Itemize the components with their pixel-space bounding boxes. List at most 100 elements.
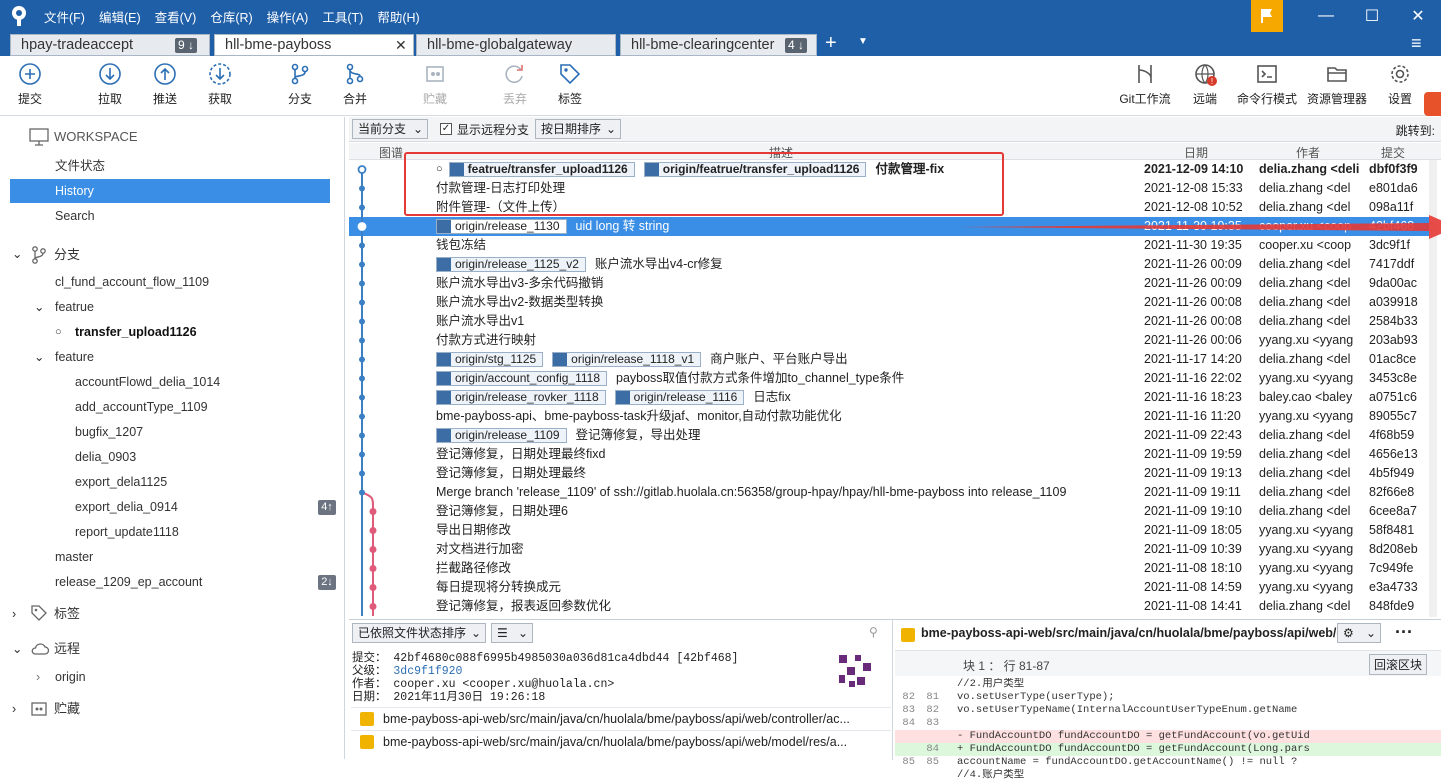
- sidebar-branch-item[interactable]: bugfix_1207: [75, 420, 143, 444]
- branch-button[interactable]: 分支: [275, 62, 325, 107]
- featrue-chevron-icon[interactable]: ⌄: [34, 295, 44, 319]
- commit-row[interactable]: 登记簿修复，报表返回参数优化 2021-11-08 14:41 delia.zhan…: [349, 597, 1429, 616]
- jump-to-label[interactable]: 跳转到:: [1396, 122, 1435, 139]
- col-commit[interactable]: 提交: [1381, 144, 1405, 161]
- sidebar-branch-item[interactable]: cl_fund_account_flow_1109: [55, 270, 209, 294]
- commit-row[interactable]: 账户流水导出v2-数据类型转换 2021-11-26 00:08 delia.zha…: [349, 293, 1429, 312]
- terminal-button[interactable]: 命令行模式: [1235, 62, 1299, 107]
- menu-file[interactable]: 文件(F): [44, 7, 85, 26]
- sidebar-branch-item[interactable]: delia_0903: [75, 445, 136, 469]
- gitflow-button[interactable]: Git工作流: [1115, 62, 1175, 107]
- col-date[interactable]: 日期: [1184, 144, 1208, 161]
- show-remote-checkbox[interactable]: ✓: [440, 123, 452, 135]
- minimize-button[interactable]: —: [1303, 0, 1349, 32]
- feature-chevron-icon[interactable]: ⌄: [34, 345, 44, 369]
- flag-icon[interactable]: [1251, 0, 1283, 32]
- sidebar-branch-folder[interactable]: feature: [55, 345, 94, 369]
- pull-button[interactable]: 拉取: [85, 62, 135, 107]
- revert-hunk-button[interactable]: 回滚区块: [1369, 654, 1428, 675]
- sidebar-remote-origin[interactable]: origin: [55, 665, 86, 689]
- sidebar-item-history[interactable]: History: [10, 179, 330, 203]
- sidebar-branch-item[interactable]: release_1209_ep_account: [55, 570, 202, 594]
- commit-row[interactable]: 账户流水导出v1 2021-11-26 00:08 delia.zhang <del…: [349, 312, 1429, 331]
- sidebar-branch-item[interactable]: export_delia_0914: [75, 495, 178, 519]
- remote-button[interactable]: ! 远端: [1180, 62, 1230, 107]
- stash-button[interactable]: 贮藏: [410, 62, 460, 107]
- tab-hpay-tradeaccept[interactable]: hpay-tradeaccept 9 ↓: [10, 34, 210, 56]
- commit-row[interactable]: bme-payboss-api、bme-payboss-task升级jaf、mo…: [349, 407, 1429, 426]
- menu-help[interactable]: 帮助(H): [377, 7, 419, 26]
- settings-button[interactable]: 设置: [1375, 62, 1425, 107]
- branch-ref-label[interactable]: origin/release_1125_v2: [436, 257, 586, 272]
- commit-row[interactable]: 对文档进行加密 2021-11-09 10:39 yyang.xu <yyang 8d…: [349, 540, 1429, 559]
- commit-row[interactable]: Merge branch 'release_1109' of ssh://git…: [349, 483, 1429, 502]
- more-options-icon[interactable]: ···: [1395, 622, 1413, 643]
- tab-list-chevron-icon[interactable]: ▼: [858, 36, 868, 47]
- sidebar-branch-item[interactable]: master: [55, 545, 93, 569]
- hamburger-menu-icon[interactable]: ≡: [1411, 32, 1422, 54]
- sidebar-item-file-status[interactable]: 文件状态: [55, 154, 105, 178]
- commit-row[interactable]: origin/release_1109 登记簿修复，导出处理 2021-11-09 …: [349, 426, 1429, 445]
- explorer-button[interactable]: 资源管理器: [1304, 62, 1370, 107]
- tags-chevron-icon[interactable]: ›: [12, 602, 16, 626]
- file-sort-dropdown[interactable]: 已依照文件状态排序 ⌄: [352, 623, 486, 643]
- commit-row[interactable]: origin/account_config_1118 payboss取值付款方式条…: [349, 369, 1429, 388]
- merge-button[interactable]: 合并: [330, 62, 380, 107]
- menu-actions[interactable]: 操作(A): [267, 7, 309, 26]
- col-author[interactable]: 作者: [1296, 144, 1320, 161]
- tab-hll-bme-globalgateway[interactable]: hll-bme-globalgateway: [416, 34, 616, 56]
- commit-button[interactable]: 提交: [5, 62, 55, 107]
- maximize-button[interactable]: ☐: [1349, 0, 1395, 32]
- meta-parent-link[interactable]: 3dc9f1f920: [393, 665, 462, 678]
- origin-chevron-icon[interactable]: ›: [36, 665, 40, 689]
- discard-button[interactable]: 丢弃: [490, 62, 540, 107]
- menu-edit[interactable]: 编辑(E): [99, 7, 141, 26]
- branch-ref-label[interactable]: origin/release_1118_v1: [552, 352, 702, 367]
- sidebar-branch-item[interactable]: export_dela1125: [75, 470, 167, 494]
- commit-row[interactable]: origin/release_1125_v2 账户流水导出v4-cr修复 2021-…: [349, 255, 1429, 274]
- sidebar-branch-item[interactable]: report_update1118: [75, 520, 179, 544]
- branch-ref-label[interactable]: origin/stg_1125: [436, 352, 544, 367]
- col-graph[interactable]: 图谱: [379, 144, 403, 161]
- view-mode-dropdown[interactable]: ☰ ⌄: [491, 623, 533, 643]
- commit-row[interactable]: origin/stg_1125 origin/release_1118_v1 商户账…: [349, 350, 1429, 369]
- sidebar-branch-item[interactable]: accountFlowd_delia_1014: [75, 370, 220, 394]
- commit-row[interactable]: 账户流水导出v3-多余代码撤销 2021-11-26 00:09 delia.zha…: [349, 274, 1429, 293]
- changed-file-item[interactable]: bme-payboss-api-web/src/main/java/cn/huo…: [351, 707, 891, 729]
- sort-dropdown[interactable]: 按日期排序 ⌄: [535, 119, 621, 139]
- menu-repository[interactable]: 仓库(R): [210, 7, 252, 26]
- tab-hll-bme-clearingcenter[interactable]: hll-bme-clearingcenter 4 ↓: [620, 34, 817, 56]
- branch-ref-label[interactable]: origin/release_1116: [614, 390, 745, 405]
- commit-row[interactable]: 付款方式进行映射 2021-11-26 00:06 yyang.xu <yyang 2…: [349, 331, 1429, 350]
- push-button[interactable]: 推送: [140, 62, 190, 107]
- commit-row[interactable]: 登记簿修复，日期处理6 2021-11-09 19:10 delia.zhang <…: [349, 502, 1429, 521]
- sidebar-branch-current[interactable]: transfer_upload1126: [75, 320, 197, 344]
- diff-options-dropdown[interactable]: ⚙ ⌄: [1337, 623, 1381, 643]
- menu-view[interactable]: 查看(V): [155, 7, 197, 26]
- add-tab-icon[interactable]: +: [825, 32, 837, 54]
- sidebar-item-search[interactable]: Search: [55, 204, 95, 228]
- branch-ref-label[interactable]: origin/account_config_1118: [436, 371, 607, 386]
- tab-hll-bme-payboss[interactable]: hll-bme-payboss ✕: [214, 34, 414, 56]
- branches-chevron-icon[interactable]: ⌄: [12, 242, 22, 266]
- stashes-chevron-icon[interactable]: ›: [12, 697, 16, 721]
- branch-ref-label[interactable]: origin/release_1109: [436, 428, 567, 443]
- commit-row[interactable]: 登记簿修复，日期处理最终 2021-11-09 19:13 delia.zhang …: [349, 464, 1429, 483]
- menu-tools[interactable]: 工具(T): [322, 7, 363, 26]
- changed-file-item[interactable]: bme-payboss-api-web/src/main/java/cn/huo…: [351, 730, 891, 752]
- tab-close-icon[interactable]: ✕: [395, 35, 407, 55]
- fetch-button[interactable]: 获取: [195, 62, 245, 107]
- remotes-chevron-icon[interactable]: ⌄: [12, 637, 22, 661]
- commit-row[interactable]: 登记簿修复，日期处理最终fixd 2021-11-09 19:59 delia.zh…: [349, 445, 1429, 464]
- branch-filter-dropdown[interactable]: 当前分支 ⌄: [352, 119, 428, 139]
- tag-button[interactable]: 标签: [545, 62, 595, 107]
- sidebar-branch-folder[interactable]: featrue: [55, 295, 94, 319]
- close-button[interactable]: ✕: [1395, 0, 1441, 32]
- commit-row[interactable]: origin/release_rovker_1118 origin/release…: [349, 388, 1429, 407]
- sidebar-branch-item[interactable]: add_accountType_1109: [75, 395, 208, 419]
- search-icon[interactable]: ⚲: [869, 625, 878, 639]
- branch-ref-label[interactable]: origin/release_1130: [436, 219, 567, 234]
- commit-row[interactable]: 每日提现将分转换成元 2021-11-08 14:59 yyang.xu <yyan…: [349, 578, 1429, 597]
- commit-row[interactable]: 导出日期修改 2021-11-09 18:05 yyang.xu <yyang 58f…: [349, 521, 1429, 540]
- commit-row[interactable]: 拦截路径修改 2021-11-08 18:10 yyang.xu <yyang 7c9…: [349, 559, 1429, 578]
